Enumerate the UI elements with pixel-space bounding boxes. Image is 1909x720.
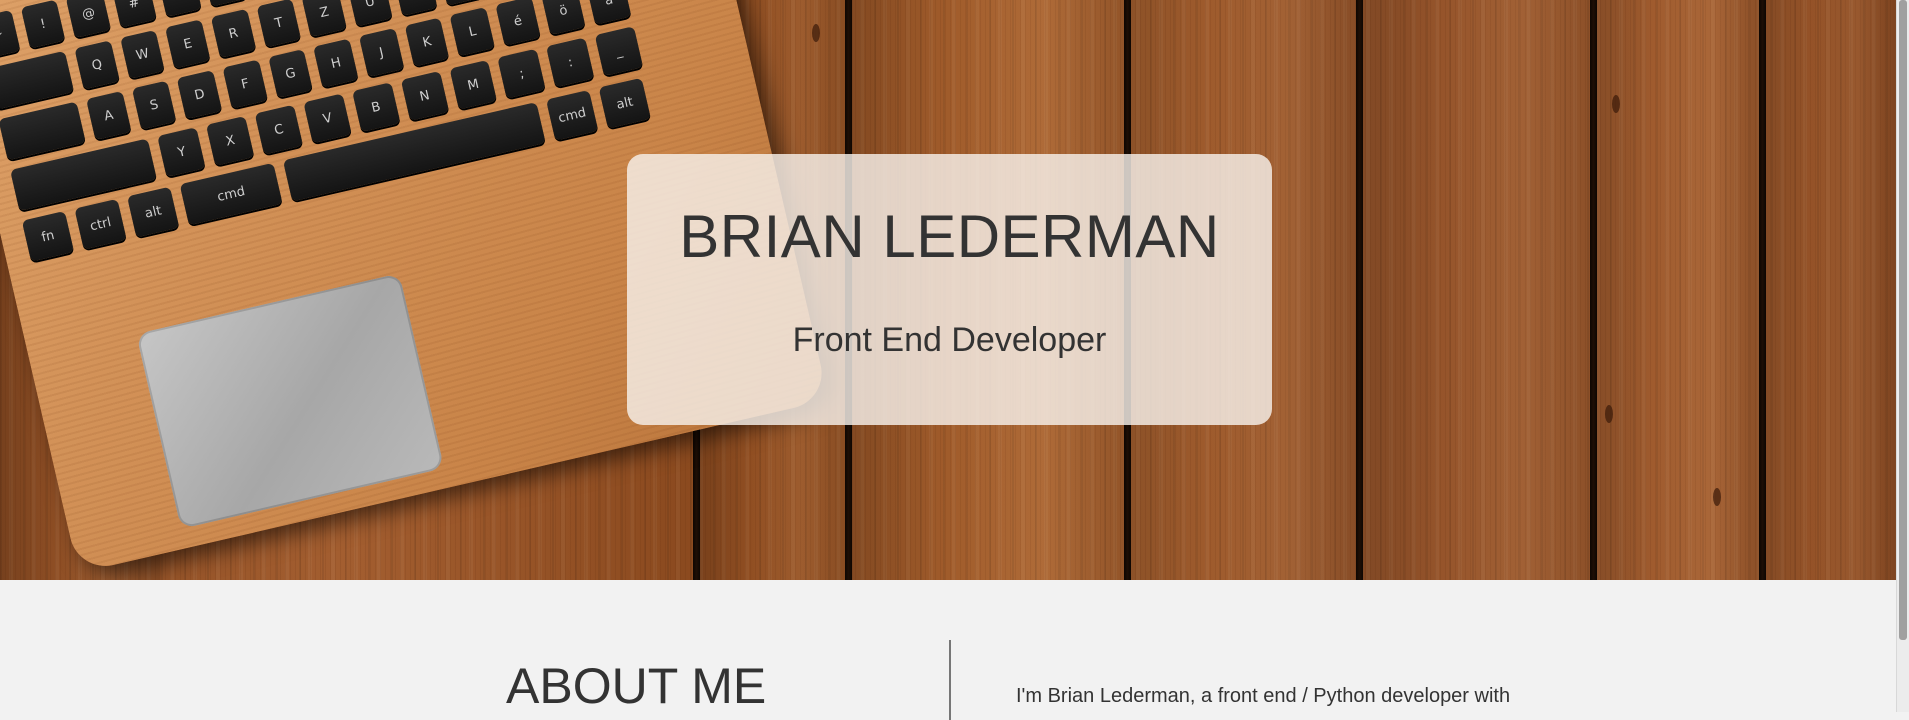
keyboard-key: S bbox=[131, 80, 177, 130]
keyboard-key: ~ bbox=[0, 9, 21, 60]
keyboard-key: G bbox=[267, 48, 314, 99]
wood-plank bbox=[1766, 0, 1897, 580]
keyboard-key: cmd bbox=[545, 89, 599, 141]
keyboard-key: K bbox=[404, 17, 450, 67]
plank-gap bbox=[1356, 0, 1363, 580]
hero-section: ~ ! @ # $ % ^ & * ( ) _ + Q W E R T bbox=[0, 0, 1897, 580]
keyboard-key: L bbox=[449, 6, 496, 57]
keyboard-key: $ bbox=[156, 0, 203, 18]
keyboard-key: E bbox=[165, 19, 211, 69]
keyboard-key: alt bbox=[127, 186, 180, 238]
keyboard-key: _ bbox=[594, 26, 644, 77]
keyboard-key: ä bbox=[586, 0, 632, 25]
wood-knot bbox=[1612, 95, 1620, 113]
wood-plank bbox=[1597, 0, 1759, 580]
wood-knot bbox=[1713, 488, 1721, 506]
page-scrollbar[interactable] bbox=[1896, 0, 1909, 712]
about-intro-text: I'm Brian Lederman, a front end / Python… bbox=[1016, 685, 1511, 707]
keyboard-key bbox=[0, 50, 75, 110]
plank-gap bbox=[1590, 0, 1597, 580]
hero-name: BRIAN LEDERMAN bbox=[679, 203, 1220, 270]
wood-plank bbox=[1363, 0, 1590, 580]
keyboard-key: N bbox=[400, 71, 449, 121]
keyboard-key: % bbox=[202, 0, 248, 7]
keyboard-key: cmd bbox=[179, 162, 283, 226]
keyboard-key: H bbox=[313, 38, 359, 88]
keyboard-key: # bbox=[111, 0, 157, 28]
keyboard-key: O bbox=[438, 0, 484, 6]
keyboard-key: ctrl bbox=[74, 198, 127, 250]
keyboard-key: ! bbox=[20, 0, 66, 49]
keyboard-key: @ bbox=[65, 0, 112, 39]
keyboard-key: Z bbox=[301, 0, 347, 37]
keyboard-key: T bbox=[256, 0, 302, 48]
keyboard-key: J bbox=[358, 27, 405, 78]
keyboard-key: Y bbox=[157, 127, 206, 178]
about-heading: ABOUT ME bbox=[506, 658, 767, 714]
keyboard-key: B bbox=[351, 82, 401, 133]
wood-knot bbox=[1605, 405, 1613, 423]
keyboard-key: alt bbox=[598, 77, 651, 129]
keyboard-key: V bbox=[303, 93, 352, 144]
about-divider bbox=[949, 640, 951, 720]
keyboard-key bbox=[0, 101, 86, 161]
keyboard-key: U bbox=[347, 0, 393, 27]
keyboard-key: D bbox=[177, 69, 223, 120]
keyboard-key: F bbox=[222, 59, 268, 109]
keyboard-key: fn bbox=[21, 210, 75, 262]
keyboard-key: M bbox=[449, 59, 498, 110]
keyboard-key: ö bbox=[540, 0, 587, 36]
hero-title-panel: BRIAN LEDERMAN Front End Developer bbox=[627, 154, 1272, 425]
keyboard-key: I bbox=[392, 0, 438, 16]
plank-gap bbox=[1759, 0, 1766, 580]
keyboard-key: ; bbox=[497, 48, 546, 99]
keyboard-key: Q bbox=[74, 40, 120, 90]
keyboard-key: W bbox=[119, 29, 166, 79]
scrollbar-thumb[interactable] bbox=[1899, 0, 1907, 640]
wood-knot bbox=[812, 24, 820, 42]
keyboard-key: é bbox=[495, 0, 541, 46]
keyboard-key: : bbox=[546, 37, 595, 88]
keyboard-key: C bbox=[254, 104, 303, 155]
keyboard-key: R bbox=[210, 8, 256, 58]
keyboard-key: X bbox=[206, 115, 255, 166]
laptop-keyboard: ~ ! @ # $ % ^ & * ( ) _ + Q W E R T bbox=[0, 0, 655, 262]
keyboard-key: A bbox=[86, 90, 132, 141]
laptop-trackpad bbox=[136, 273, 445, 529]
hero-subtitle: Front End Developer bbox=[792, 321, 1107, 359]
